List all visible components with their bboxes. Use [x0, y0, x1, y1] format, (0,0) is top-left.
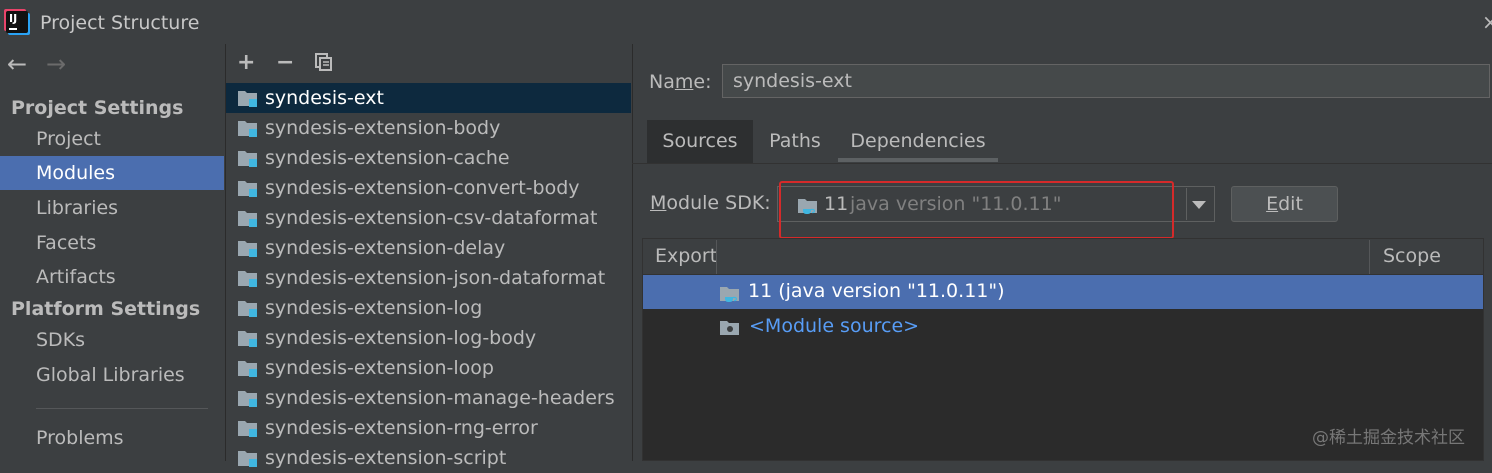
tab-paths[interactable]: Paths [754, 120, 836, 163]
table-header [643, 239, 1483, 275]
module-list-item[interactable]: syndesis-extension-cache [226, 143, 631, 173]
nav-item-libraries[interactable]: Libraries [0, 191, 224, 225]
module-list-item[interactable]: syndesis-extension-json-dataformat [226, 263, 631, 293]
module-folder-icon [237, 420, 257, 437]
module-name: syndesis-extension-manage-headers [265, 387, 615, 409]
module-folder-icon [237, 390, 257, 407]
module-name-input[interactable]: syndesis-ext [722, 64, 1490, 98]
nav-item-global-libraries[interactable]: Global Libraries [0, 358, 224, 392]
module-folder-icon [237, 150, 257, 167]
edit-sdk-button[interactable]: Edit [1231, 186, 1338, 222]
module-list-item[interactable]: syndesis-extension-log [226, 293, 631, 323]
tab-sources[interactable]: Sources [647, 120, 753, 163]
column-separator [1369, 240, 1370, 274]
module-folder-icon [237, 240, 257, 257]
module-list-item[interactable]: syndesis-extension-body [226, 113, 631, 143]
module-folder-icon [237, 330, 257, 347]
platform-settings-header: Platform Settings [11, 298, 201, 320]
module-list-item[interactable]: syndesis-extension-rng-error [226, 413, 631, 443]
remove-module-icon[interactable]: − [276, 50, 294, 75]
add-module-icon[interactable]: + [237, 50, 255, 75]
column-header-export[interactable]: Export [655, 239, 717, 274]
column-header-scope[interactable]: Scope [1383, 239, 1441, 274]
intellij-app-icon: IJ [6, 11, 28, 33]
forward-arrow-icon[interactable]: → [46, 50, 66, 78]
module-list-item[interactable]: syndesis-extension-log-body [226, 323, 631, 353]
module-name: syndesis-extension-body [265, 117, 501, 139]
chevron-down-icon [1192, 201, 1206, 209]
module-name: syndesis-extension-log [265, 297, 483, 319]
module-folder-icon [237, 270, 257, 287]
module-folder-icon [237, 210, 257, 227]
module-name: syndesis-extension-json-dataformat [265, 267, 606, 289]
nav-item-sdks[interactable]: SDKs [0, 323, 224, 357]
module-folder-icon [237, 360, 257, 377]
active-tab-indicator [838, 158, 998, 162]
module-name: syndesis-extension-convert-body [265, 177, 580, 199]
window-title: Project Structure [40, 12, 200, 34]
module-folder-icon [237, 180, 257, 197]
dependency-label: 11 (java version "11.0.11") [748, 280, 1005, 302]
nav-item-modules[interactable]: Modules [0, 156, 224, 190]
module-name: syndesis-extension-script [265, 447, 507, 469]
source-folder-icon [719, 319, 741, 342]
module-list-item[interactable]: syndesis-extension-delay [226, 233, 631, 263]
module-name: syndesis-extension-cache [265, 147, 510, 169]
title-bar [0, 0, 1492, 44]
dependency-label[interactable]: <Module source> [749, 315, 919, 337]
nav-item-project[interactable]: Project [0, 122, 224, 156]
nav-item-facets[interactable]: Facets [0, 226, 224, 260]
module-list-item[interactable]: syndesis-extension-manage-headers [226, 383, 631, 413]
module-list-item[interactable]: syndesis-extension-csv-dataformat [226, 203, 631, 233]
module-folder-icon [237, 300, 257, 317]
nav-divider [36, 408, 208, 409]
back-arrow-icon[interactable]: ← [7, 50, 27, 78]
module-name: syndesis-extension-csv-dataformat [265, 207, 598, 229]
jdk-folder-icon [719, 284, 741, 309]
module-name: syndesis-extension-rng-error [265, 417, 538, 439]
watermark: @稀土掘金技术社区 [1312, 428, 1465, 448]
module-list-item[interactable]: syndesis-extension-loop [226, 353, 631, 383]
close-icon[interactable]: × [1482, 10, 1492, 34]
annotation-highlight-box [779, 181, 1174, 239]
module-sdk-label: Module SDK: [650, 192, 771, 214]
module-name: syndesis-extension-log-body [265, 327, 537, 349]
module-folder-icon [237, 450, 257, 467]
module-list-item[interactable]: syndesis-extension-convert-body [226, 173, 631, 203]
module-name: syndesis-ext [265, 87, 384, 109]
module-folder-icon [237, 90, 257, 107]
copy-icon[interactable] [315, 53, 333, 76]
nav-item-artifacts[interactable]: Artifacts [0, 260, 224, 294]
module-list-item[interactable]: syndesis-extension-script [226, 443, 631, 473]
module-list-item[interactable]: syndesis-ext [226, 83, 631, 113]
module-name: syndesis-extension-loop [265, 357, 494, 379]
module-folder-icon [237, 120, 257, 137]
module-name: syndesis-extension-delay [265, 237, 506, 259]
project-settings-header: Project Settings [11, 97, 184, 119]
name-label: Name: [649, 71, 712, 93]
tab-dependencies[interactable]: Dependencies [838, 120, 998, 163]
nav-item-problems[interactable]: Problems [0, 421, 224, 455]
column-separator [716, 240, 717, 274]
